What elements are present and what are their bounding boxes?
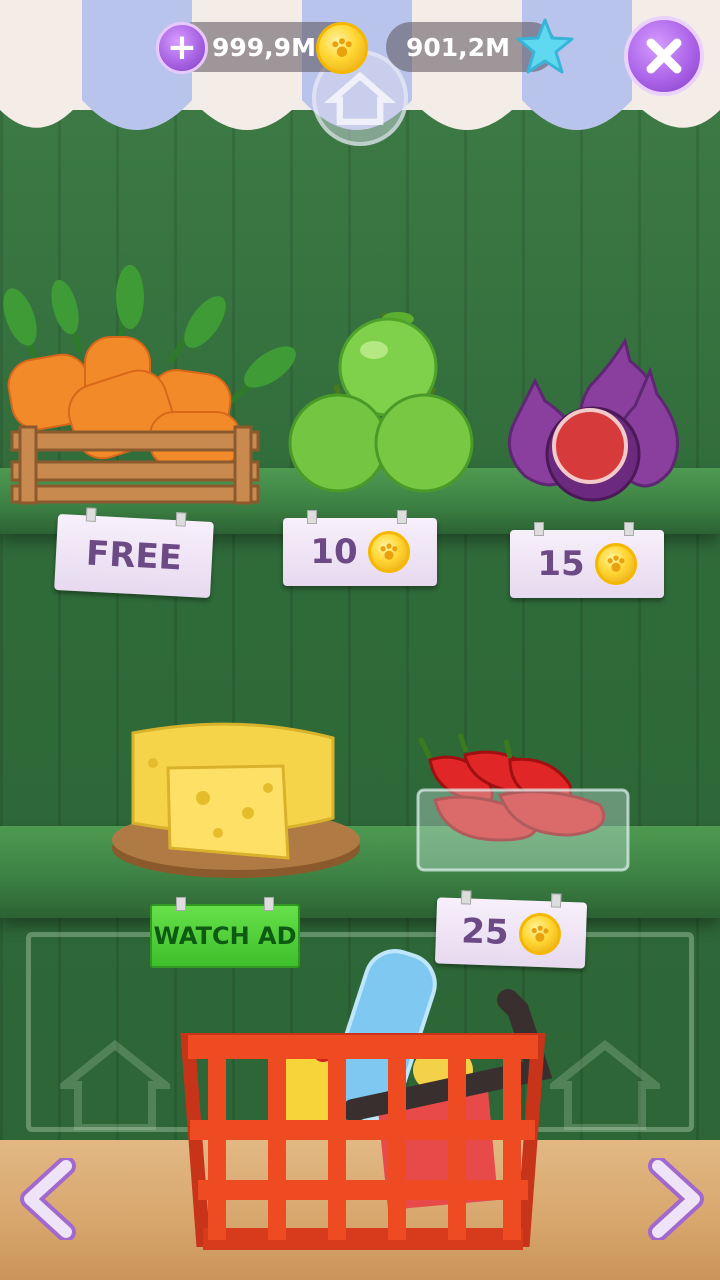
figs-item[interactable] (505, 336, 685, 506)
price-label: 10 (310, 532, 358, 572)
chili-peppers-item[interactable] (410, 730, 632, 880)
star-balance-value: 901,2M (406, 32, 510, 62)
coin-icon (594, 543, 637, 585)
close-button[interactable] (624, 16, 704, 96)
price-label: 15 (537, 544, 585, 584)
apples-item[interactable] (286, 305, 476, 495)
home-icon (550, 1040, 660, 1130)
home-icon (60, 1040, 170, 1130)
carrots-item[interactable] (0, 262, 300, 507)
basket-icon[interactable] (168, 940, 552, 1256)
price-tag-figs[interactable]: 15 (510, 522, 664, 598)
add-coins-button[interactable]: + (156, 22, 208, 74)
star-icon (516, 18, 574, 74)
left-arrow-icon[interactable] (14, 1158, 84, 1240)
plus-icon: + (166, 27, 198, 68)
close-icon (646, 38, 682, 74)
price-tag-carrots[interactable]: FREE (54, 507, 214, 599)
price-tag-apples[interactable]: 10 (283, 510, 437, 586)
cheese-item[interactable] (108, 718, 368, 888)
coin-icon (367, 531, 410, 573)
right-arrow-icon[interactable] (640, 1158, 710, 1240)
price-label: FREE (85, 533, 183, 579)
coin-icon (316, 22, 368, 74)
coin-balance-value: 999,9M (212, 32, 316, 62)
